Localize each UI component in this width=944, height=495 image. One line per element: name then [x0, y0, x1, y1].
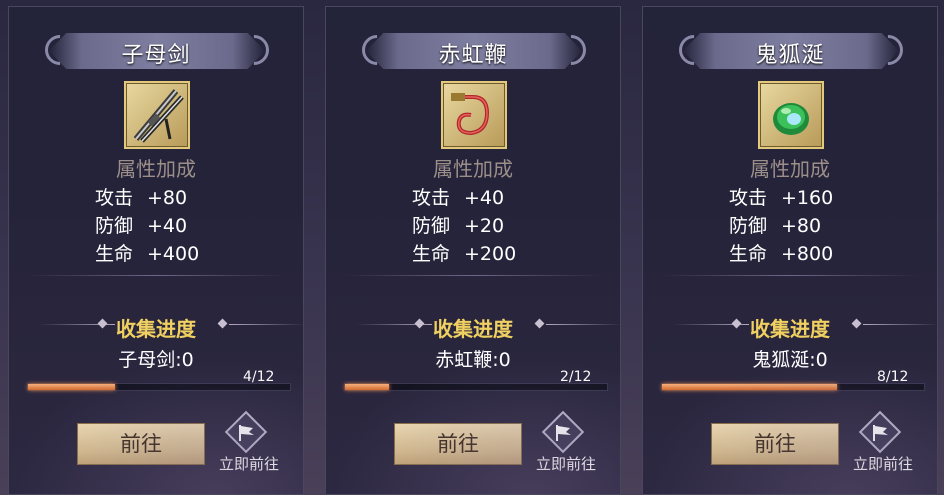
stat-health: 生命 +800 [729, 243, 834, 265]
quick-go-label: 立即前往 [852, 455, 913, 473]
progress-heading: 收集进度 [433, 317, 513, 341]
stat-defense: 防御 +40 [95, 215, 188, 237]
flag-icon [873, 425, 888, 441]
progress-bar [661, 383, 925, 391]
collection-card-1: 子母剑 属性加成 攻击 +80 防御 +40 生命 +400 收集进度 子母剑:0 4… [8, 6, 305, 495]
stat-attack: 攻击 +160 [729, 187, 834, 209]
collection-card-2: 赤虹鞭 属性加成 攻击 +40 防御 +20 生命 +200 收集进度 赤虹鞭:0 2… [325, 6, 622, 495]
card-title: 赤虹鞭 [438, 43, 508, 68]
stat-health: 生命 +400 [95, 243, 200, 265]
quick-go-button[interactable]: 立即前往 [217, 410, 281, 475]
red-whip-icon[interactable] [441, 81, 507, 149]
twin-sword-icon[interactable] [124, 81, 190, 149]
progress-fill [345, 384, 389, 390]
card-title: 子母剑 [121, 43, 191, 68]
divider [661, 275, 919, 276]
flag-icon [239, 425, 254, 441]
quick-go-label: 立即前往 [218, 455, 279, 473]
go-button[interactable]: 前往 [77, 423, 205, 465]
attr-heading: 属性加成 [433, 157, 513, 181]
stat-defense: 防御 +80 [729, 215, 822, 237]
quick-go-button[interactable]: 立即前往 [534, 410, 598, 475]
stat-defense: 防御 +20 [412, 215, 505, 237]
stat-health: 生命 +200 [412, 243, 517, 265]
collection-card-3: 鬼狐涎 属性加成 攻击 +160 防御 +80 生命 +800 收集进度 鬼狐涎:0 … [642, 6, 939, 495]
collected-count: 赤虹鞭:0 [435, 349, 511, 371]
stat-attack: 攻击 +80 [95, 187, 188, 209]
progress-heading: 收集进度 [116, 317, 196, 341]
progress-fill [662, 384, 837, 390]
go-button[interactable]: 前往 [711, 423, 839, 465]
collected-count: 子母剑:0 [118, 349, 194, 371]
progress-fill [28, 384, 116, 390]
green-orb-icon[interactable] [758, 81, 824, 149]
attr-heading: 属性加成 [750, 157, 830, 181]
progress-bar [344, 383, 608, 391]
divider [344, 275, 602, 276]
progress-bar [27, 383, 291, 391]
card-title: 鬼狐涎 [755, 43, 825, 68]
stat-attack: 攻击 +40 [412, 187, 505, 209]
go-button[interactable]: 前往 [394, 423, 522, 465]
collected-count: 鬼狐涎:0 [752, 349, 828, 371]
quick-go-label: 立即前往 [535, 455, 596, 473]
attr-heading: 属性加成 [116, 157, 196, 181]
flag-icon [556, 425, 571, 441]
progress-heading: 收集进度 [750, 317, 830, 341]
quick-go-button[interactable]: 立即前往 [851, 410, 915, 475]
divider [27, 275, 285, 276]
